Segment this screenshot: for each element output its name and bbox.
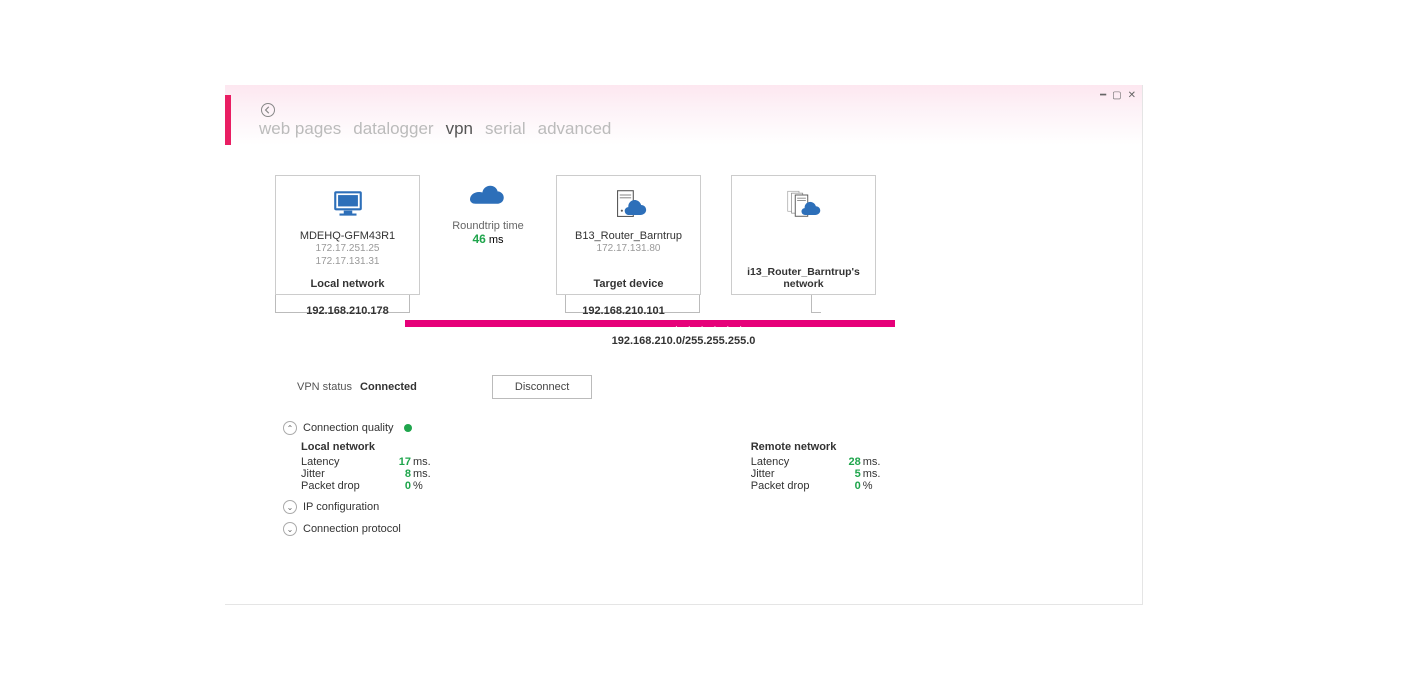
tab-advanced[interactable]: advanced <box>538 119 612 139</box>
quality-body: Local network Latency17ms. Jitter8ms. Pa… <box>301 441 1092 492</box>
card-local-network: MDEHQ-GFM43R1 172.17.251.25 172.17.131.3… <box>275 175 420 295</box>
remote-latency-value: 28 <box>841 456 861 468</box>
tab-serial[interactable]: serial <box>485 119 526 139</box>
main-content: MDEHQ-GFM43R1 172.17.251.25 172.17.131.3… <box>225 145 1142 536</box>
remote-drop-label: Packet drop <box>751 480 841 492</box>
local-jitter-value: 8 <box>391 468 411 480</box>
tab-vpn[interactable]: vpn <box>446 119 473 139</box>
ip-configuration-label: IP configuration <box>303 501 379 513</box>
back-button[interactable] <box>261 103 275 117</box>
window-controls: ━ ▢ ✕ <box>1100 91 1136 101</box>
disconnect-button[interactable]: Disconnect <box>492 375 592 399</box>
cloud-icon <box>470 185 506 214</box>
ip-remote: 192.168.210.101 <box>546 305 701 317</box>
server-cloud-icon <box>609 186 649 224</box>
chevron-up-icon[interactable]: ⌃ <box>283 421 297 435</box>
chevron-down-icon[interactable]: ⌄ <box>283 522 297 536</box>
local-drop-value: 0 <box>391 480 411 492</box>
topology-diagram: MDEHQ-GFM43R1 172.17.251.25 172.17.131.3… <box>275 175 1092 295</box>
vpn-status-value: Connected <box>360 381 417 393</box>
maximize-button[interactable]: ▢ <box>1112 91 1121 101</box>
tab-datalogger[interactable]: datalogger <box>353 119 433 139</box>
ip-local: 192.168.210.178 <box>275 305 420 317</box>
target-footer: Target device <box>557 278 700 290</box>
header: ━ ▢ ✕ web pages datalogger vpn serial ad… <box>225 85 1142 145</box>
remote-latency-label: Latency <box>751 456 841 468</box>
app-window: ━ ▢ ✕ web pages datalogger vpn serial ad… <box>225 85 1143 605</box>
quality-local: Local network Latency17ms. Jitter8ms. Pa… <box>301 441 431 492</box>
remote-network-heading: Remote network <box>751 441 881 453</box>
servers-cloud-icon <box>784 186 824 224</box>
local-ip1: 172.17.251.25 <box>316 242 380 255</box>
local-latency-label: Latency <box>301 456 391 468</box>
roundtrip-panel: Roundtrip time 46 ms <box>430 175 546 295</box>
card-remote-network: i13_Router_Barntrup's network <box>731 175 876 295</box>
subnet-label: 192.168.210.0/255.255.255.0 <box>275 335 1092 347</box>
remote-drop-value: 0 <box>841 480 861 492</box>
local-latency-value: 17 <box>391 456 411 468</box>
target-ip: 172.17.131.80 <box>597 242 661 255</box>
local-jitter-label: Jitter <box>301 468 391 480</box>
vpn-status-row: VPN status Connected Disconnect <box>297 375 1092 399</box>
vpn-status-label: VPN status <box>297 381 352 393</box>
local-hostname: MDEHQ-GFM43R1 <box>300 230 395 242</box>
local-footer: Local network <box>276 278 419 290</box>
vpn-ip-row: 192.168.210.178 192.168.210.101 <box>275 305 1092 317</box>
tab-bar: web pages datalogger vpn serial advanced <box>259 119 611 139</box>
rtt-label: Roundtrip time <box>452 220 524 232</box>
target-name: B13_Router_Barntrup <box>575 230 682 242</box>
accent-bar <box>225 95 231 145</box>
local-ip2: 172.17.131.31 <box>316 255 380 268</box>
minimize-button[interactable]: ━ <box>1100 91 1106 101</box>
remote-jitter-label: Jitter <box>751 468 841 480</box>
chevron-down-icon[interactable]: ⌄ <box>283 500 297 514</box>
rtt-value: 46 ms <box>472 232 503 246</box>
local-drop-label: Packet drop <box>301 480 391 492</box>
connection-protocol-label: Connection protocol <box>303 523 401 535</box>
computer-icon <box>331 186 365 224</box>
quality-status-dot <box>404 424 412 432</box>
remote-footer: i13_Router_Barntrup's network <box>732 266 875 290</box>
vpn-tunnel-bar: · · · · · · <box>405 320 895 327</box>
tunnel-dots: · · · · · · <box>675 322 746 331</box>
quality-remote: Remote network Latency28ms. Jitter5ms. P… <box>751 441 881 492</box>
tab-web-pages[interactable]: web pages <box>259 119 341 139</box>
close-button[interactable]: ✕ <box>1128 91 1136 101</box>
connection-quality-label: Connection quality <box>303 422 394 434</box>
remote-jitter-value: 5 <box>841 468 861 480</box>
card-target-device: B13_Router_Barntrup 172.17.131.80 Target… <box>556 175 701 295</box>
connection-quality-section: ⌃ Connection quality Local network Laten… <box>283 421 1092 536</box>
local-network-heading: Local network <box>301 441 431 453</box>
